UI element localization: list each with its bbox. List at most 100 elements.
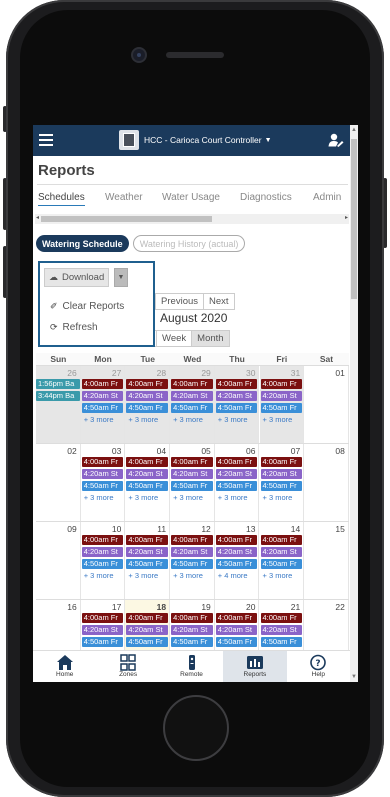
schedule-event[interactable]: 4:00am Fr [171, 535, 213, 545]
schedule-event[interactable]: 4:00am Fr [126, 535, 169, 545]
day-number[interactable]: 02 [67, 446, 76, 456]
day-number[interactable]: 08 [335, 446, 344, 456]
day-number[interactable]: 22 [335, 602, 344, 612]
scroll-right-icon[interactable]: ▸ [345, 214, 348, 221]
schedule-event[interactable]: 4:00am Fr [215, 535, 258, 545]
tab-admin[interactable]: Admin [313, 192, 341, 203]
day-number[interactable]: 18 [157, 602, 166, 612]
day-number[interactable]: 27 [112, 368, 121, 378]
schedule-event[interactable]: 4:20am St [215, 547, 258, 557]
tab-schedules[interactable]: Schedules [38, 192, 85, 206]
more-events-link[interactable]: + 3 more [263, 415, 293, 424]
sunday-event[interactable]: 3:44pm Ba [36, 391, 80, 401]
nav-home[interactable]: Home [33, 651, 96, 682]
schedule-event[interactable]: 4:00am Fr [81, 535, 124, 545]
schedule-event[interactable]: 4:00am Fr [260, 613, 303, 623]
nav-help[interactable]: ? Help [287, 651, 350, 682]
schedule-event[interactable]: 4:50am Fr [171, 481, 213, 491]
page-vertical-scrollbar[interactable]: ▲ ▼ [350, 125, 358, 682]
schedule-event[interactable]: 4:50am Fr [81, 403, 124, 413]
scroll-left-icon[interactable]: ◂ [36, 214, 39, 221]
schedule-event[interactable]: 4:20am St [260, 547, 303, 557]
tab-weather[interactable]: Weather [105, 192, 143, 203]
controller-selector[interactable]: HCC - Carioca Court Controller ▼ [119, 130, 272, 150]
schedule-event[interactable]: 4:20am St [260, 625, 303, 635]
day-number[interactable]: 15 [335, 524, 344, 534]
calendar-day-cell[interactable]: 26 [36, 366, 81, 443]
week-view-button[interactable]: Week [156, 330, 193, 347]
calendar-day-cell[interactable]: 08 [304, 444, 349, 521]
schedule-event[interactable]: 4:20am St [215, 625, 258, 635]
nav-reports[interactable]: Reports [223, 651, 287, 682]
schedule-event[interactable]: 4:20am St [171, 469, 213, 479]
more-events-link[interactable]: + 3 more [128, 415, 158, 424]
day-number[interactable]: 29 [201, 368, 210, 378]
schedule-event[interactable]: 4:00am Fr [81, 457, 124, 467]
schedule-event[interactable]: 4:50am Fr [260, 403, 303, 413]
day-number[interactable]: 30 [246, 368, 255, 378]
day-number[interactable]: 19 [201, 602, 210, 612]
schedule-event[interactable]: 4:00am Fr [81, 613, 124, 623]
day-number[interactable]: 11 [157, 524, 166, 534]
schedule-event[interactable]: 4:00am Fr [260, 379, 303, 389]
schedule-event[interactable]: 4:00am Fr [215, 613, 258, 623]
schedule-event[interactable]: 4:20am St [260, 469, 303, 479]
more-events-link[interactable]: + 3 more [263, 493, 293, 502]
month-view-button[interactable]: Month [191, 330, 230, 347]
day-number[interactable]: 14 [291, 524, 300, 534]
day-number[interactable]: 09 [67, 524, 76, 534]
schedule-event[interactable]: 4:20am St [81, 469, 124, 479]
more-events-link[interactable]: + 4 more [218, 571, 248, 580]
schedule-event[interactable]: 4:00am Fr [260, 457, 303, 467]
schedule-event[interactable]: 4:20am St [81, 391, 124, 401]
more-events-link[interactable]: + 3 more [84, 571, 114, 580]
schedule-event[interactable]: 4:00am Fr [215, 379, 258, 389]
schedule-event[interactable]: 4:20am St [126, 625, 169, 635]
day-number[interactable]: 03 [112, 446, 121, 456]
more-events-link[interactable]: + 3 more [218, 415, 248, 424]
day-number[interactable]: 17 [112, 602, 121, 612]
home-hardware-button[interactable] [163, 695, 229, 761]
schedule-event[interactable]: 4:50am Fr [215, 637, 258, 647]
schedule-event[interactable]: 4:50am Fr [81, 481, 124, 491]
schedule-event[interactable]: 4:00am Fr [171, 457, 213, 467]
schedule-event[interactable]: 4:50am Fr [81, 559, 124, 569]
clear-reports-item[interactable]: ✐ Clear Reports [50, 301, 124, 312]
calendar-day-cell[interactable]: 01 [304, 366, 349, 443]
sunday-event[interactable]: 1:56pm Ba [36, 379, 80, 389]
calendar-day-cell[interactable]: 02 [36, 444, 81, 521]
more-events-link[interactable]: + 3 more [218, 493, 248, 502]
schedule-event[interactable]: 4:00am Fr [126, 457, 169, 467]
schedule-event[interactable]: 4:00am Fr [81, 379, 124, 389]
watering-history-pill[interactable]: Watering History (actual) [132, 235, 246, 252]
refresh-item[interactable]: ⟳ Refresh [50, 322, 98, 333]
day-number[interactable]: 10 [112, 524, 121, 534]
schedule-event[interactable]: 4:20am St [215, 391, 258, 401]
schedule-event[interactable]: 4:20am St [126, 469, 169, 479]
watering-schedule-pill[interactable]: Watering Schedule [36, 235, 129, 252]
day-number[interactable]: 20 [246, 602, 255, 612]
calendar-day-cell[interactable]: 09 [36, 522, 81, 599]
more-events-link[interactable]: + 3 more [128, 571, 158, 580]
schedule-event[interactable]: 4:20am St [260, 391, 303, 401]
schedule-event[interactable]: 4:20am St [171, 391, 213, 401]
day-number[interactable]: 05 [201, 446, 210, 456]
more-events-link[interactable]: + 3 more [263, 571, 293, 580]
schedule-event[interactable]: 4:20am St [171, 547, 213, 557]
schedule-event[interactable]: 4:20am St [126, 391, 169, 401]
more-events-link[interactable]: + 3 more [173, 493, 203, 502]
day-number[interactable]: 28 [157, 368, 166, 378]
schedule-event[interactable]: 4:00am Fr [215, 457, 258, 467]
nav-zones[interactable]: Zones [96, 651, 159, 682]
schedule-event[interactable]: 4:50am Fr [171, 559, 213, 569]
download-button[interactable]: ☁ Download [44, 268, 109, 287]
schedule-event[interactable]: 4:50am Fr [171, 403, 213, 413]
schedule-event[interactable]: 4:20am St [81, 547, 124, 557]
more-events-link[interactable]: + 3 more [173, 415, 203, 424]
scroll-down-icon[interactable]: ▼ [351, 674, 357, 680]
schedule-event[interactable]: 4:00am Fr [126, 379, 169, 389]
download-caret-button[interactable]: ▼ [114, 268, 128, 287]
day-number[interactable]: 21 [291, 602, 300, 612]
day-number[interactable]: 26 [67, 368, 76, 378]
schedule-event[interactable]: 4:50am Fr [126, 481, 169, 491]
